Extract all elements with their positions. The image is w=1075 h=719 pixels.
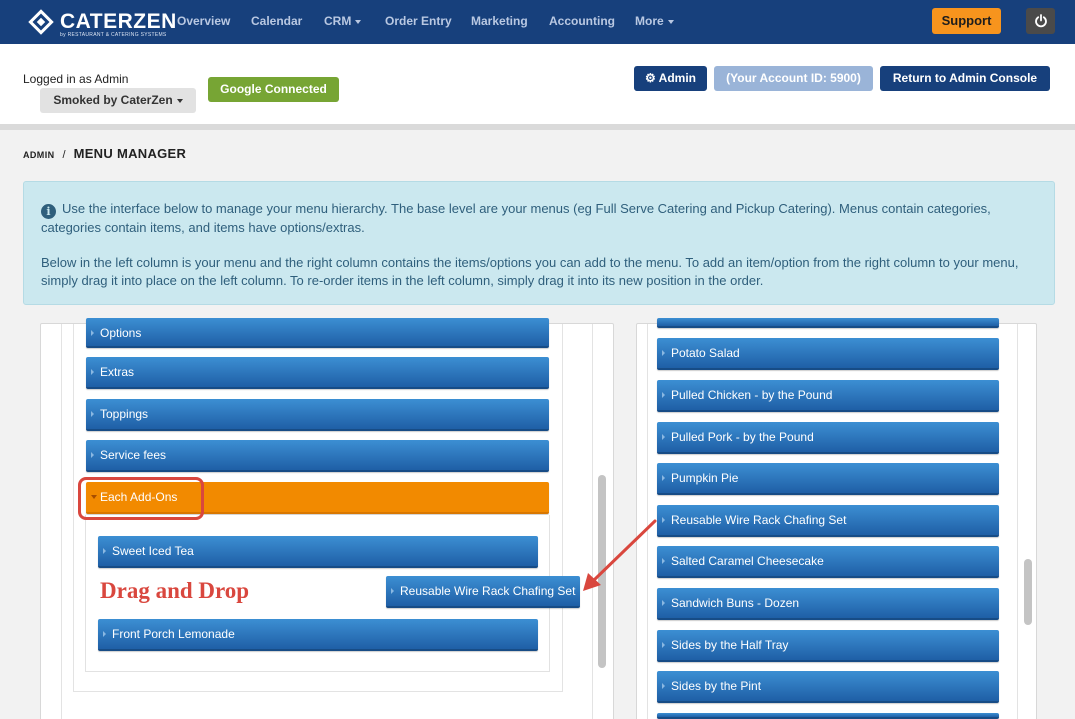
item-reusable-wire-rack[interactable]: Reusable Wire Rack Chafing Set — [657, 505, 999, 537]
item-label: Sandwich Buns - Dozen — [671, 596, 800, 610]
admin-button-label: Admin — [658, 71, 696, 85]
category-label: Service fees — [100, 448, 167, 462]
item-pumpkin-pie[interactable]: Pumpkin Pie — [657, 463, 999, 495]
chevron-down-icon — [176, 98, 183, 103]
logged-in-text: Logged in as Admin — [23, 72, 129, 86]
expand-arrow-icon — [662, 683, 665, 689]
power-icon — [1034, 14, 1047, 28]
expand-arrow-icon — [662, 392, 665, 398]
logo-text: CATERZEN — [60, 10, 177, 33]
caterzen-logo[interactable]: CATERZEN by RESTAURANT & CATERING SYSTEM… — [28, 8, 177, 38]
category-service-fees[interactable]: Service fees — [86, 440, 549, 472]
nav-accounting[interactable]: Accounting — [549, 14, 615, 28]
expand-arrow-icon — [391, 588, 394, 594]
right-scrollbar[interactable] — [1024, 559, 1032, 625]
chevron-down-icon — [667, 19, 674, 24]
item-sandwich-buns[interactable]: Sandwich Buns - Dozen — [657, 588, 999, 620]
highlight-annotation — [78, 477, 204, 520]
expand-arrow-icon — [103, 631, 106, 637]
return-to-admin-console-button[interactable]: Return to Admin Console — [880, 66, 1050, 91]
nav-marketing[interactable]: Marketing — [471, 14, 528, 28]
info-paragraph-1: i Use the interface below to manage your … — [41, 200, 1037, 237]
item-front-porch-lemonade[interactable]: Front Porch Lemonade — [98, 619, 538, 651]
breadcrumb-separator: / — [62, 149, 66, 161]
item-label: Reusable Wire Rack Chafing Set — [400, 584, 576, 598]
admin-button[interactable]: ⚙ Admin — [634, 66, 707, 91]
info-icon: i — [41, 204, 56, 219]
item-label: Sweet Iced Tea — [112, 544, 194, 558]
expand-arrow-icon — [662, 350, 665, 356]
category-label: Options — [100, 326, 142, 340]
gear-icon: ⚙ — [645, 71, 656, 85]
expand-arrow-icon — [662, 642, 665, 648]
expand-arrow-icon — [662, 475, 665, 481]
dragging-item[interactable]: Reusable Wire Rack Chafing Set — [386, 576, 580, 608]
item-label: Pulled Chicken - by the Pound — [671, 388, 833, 402]
nav-calendar[interactable]: Calendar — [251, 14, 302, 28]
expand-arrow-icon — [91, 411, 94, 417]
item-label: Reusable Wire Rack Chafing Set — [671, 513, 847, 527]
item-sides-half-tray[interactable]: Sides by the Half Tray — [657, 630, 999, 662]
expand-arrow-icon — [662, 600, 665, 606]
item-label: Salted Caramel Cheesecake — [671, 554, 824, 568]
nav-overview[interactable]: Overview — [177, 14, 230, 28]
item-label: Pumpkin Pie — [671, 471, 739, 485]
expand-arrow-icon — [91, 452, 94, 458]
item-pulled-chicken[interactable]: Pulled Chicken - by the Pound — [657, 380, 999, 412]
info-alert: i Use the interface below to manage your … — [23, 181, 1055, 305]
info-text-1: Use the interface below to manage your m… — [41, 201, 991, 235]
item-label: Potato Salad — [671, 346, 740, 360]
item-partial-top[interactable] — [657, 318, 999, 328]
expand-arrow-icon — [662, 517, 665, 523]
drag-and-drop-annotation: Drag and Drop — [100, 578, 250, 603]
item-label: Front Porch Lemonade — [112, 627, 235, 641]
info-paragraph-2: Below in the left column is your menu an… — [41, 255, 1019, 288]
chevron-down-icon — [355, 19, 362, 24]
item-potato-salad[interactable]: Potato Salad — [657, 338, 999, 370]
expand-arrow-icon — [662, 558, 665, 564]
item-partial-bottom[interactable] — [657, 713, 999, 719]
expand-arrow-icon — [91, 369, 94, 375]
account-selector[interactable]: Smoked by CaterZen — [40, 88, 196, 113]
expand-arrow-icon — [662, 434, 665, 440]
google-connected-button[interactable]: Google Connected — [208, 77, 339, 102]
account-selector-label: Smoked by CaterZen — [53, 93, 173, 107]
logo-subtitle: by RESTAURANT & CATERING SYSTEMS — [60, 32, 167, 38]
expand-arrow-icon — [103, 548, 106, 554]
breadcrumb: ADMIN / MENU MANAGER — [23, 146, 186, 161]
nav-crm[interactable]: CRM — [324, 14, 362, 28]
category-options[interactable]: Options — [86, 318, 549, 348]
breadcrumb-admin[interactable]: ADMIN — [23, 150, 55, 160]
support-button[interactable]: Support — [932, 8, 1001, 34]
item-label: Sides by the Pint — [671, 679, 762, 693]
item-label: Pulled Pork - by the Pound — [671, 430, 814, 444]
expand-arrow-icon — [91, 330, 94, 336]
category-label: Extras — [100, 365, 135, 379]
item-sweet-iced-tea[interactable]: Sweet Iced Tea — [98, 536, 538, 568]
item-pulled-pork[interactable]: Pulled Pork - by the Pound — [657, 422, 999, 454]
top-navbar: CATERZEN by RESTAURANT & CATERING SYSTEM… — [0, 0, 1075, 44]
drag-arrow-icon — [583, 519, 657, 591]
nav-order-entry[interactable]: Order Entry — [385, 14, 452, 28]
nav-more-label: More — [635, 14, 664, 28]
logout-button[interactable] — [1026, 8, 1055, 34]
nav-crm-label: CRM — [324, 14, 352, 28]
category-toppings[interactable]: Toppings — [86, 399, 549, 431]
category-label: Toppings — [100, 407, 149, 421]
item-salted-caramel-cheesecake[interactable]: Salted Caramel Cheesecake — [657, 546, 999, 578]
account-id-badge: (Your Account ID: 5900) — [714, 66, 873, 91]
item-sides-pint[interactable]: Sides by the Pint — [657, 671, 999, 703]
nav-more[interactable]: More — [635, 14, 674, 28]
page-title: MENU MANAGER — [73, 146, 187, 161]
logo-diamond-icon — [28, 9, 54, 35]
category-extras[interactable]: Extras — [86, 357, 549, 389]
item-label: Sides by the Half Tray — [671, 638, 789, 652]
